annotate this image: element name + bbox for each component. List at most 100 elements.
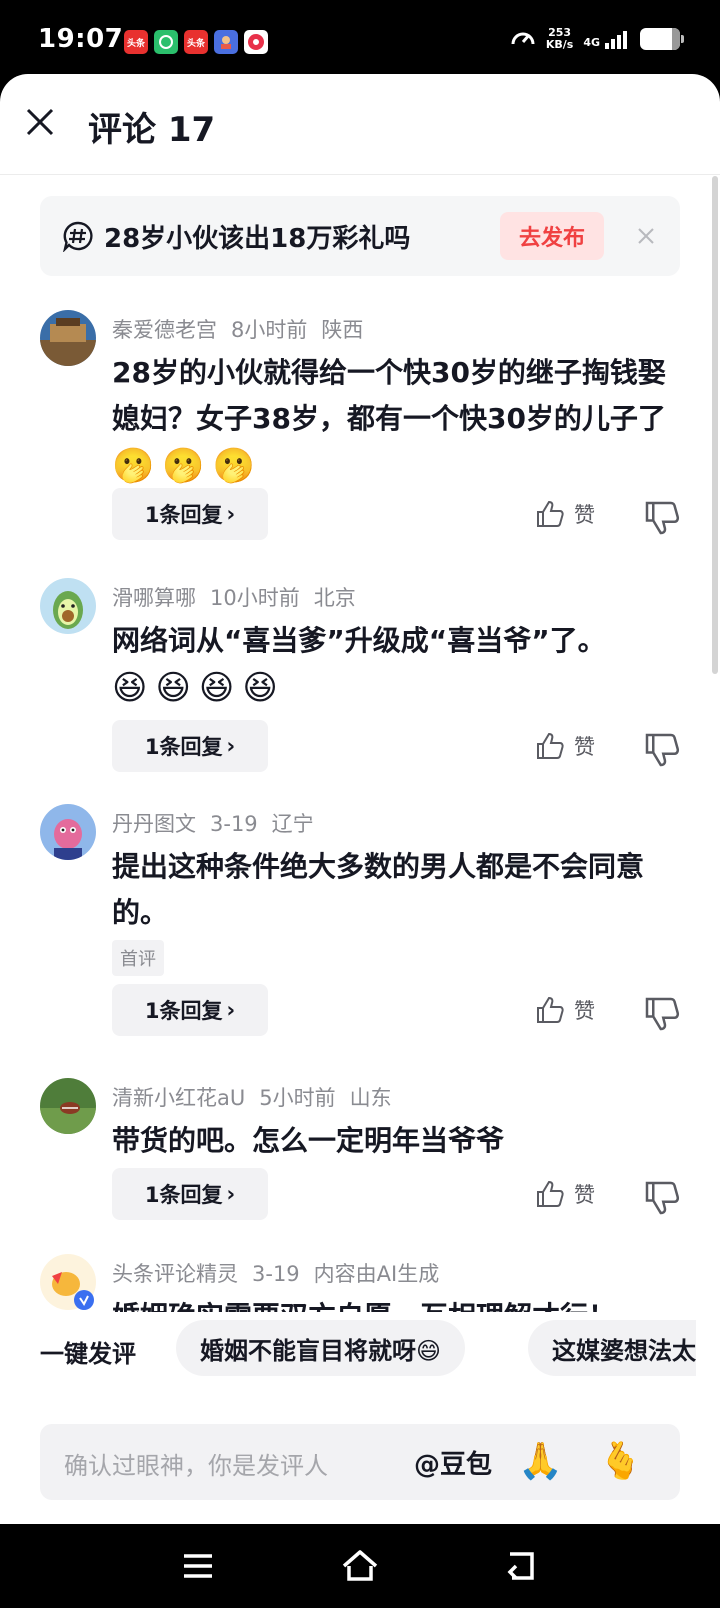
first-comment-tag: 首评 <box>112 940 164 976</box>
emoji-group: 🫢 🫢 🫢 <box>112 443 255 489</box>
battery-icon <box>640 28 684 50</box>
sheet-header: 评论 17 <box>0 74 720 174</box>
like-button[interactable]: 赞 <box>534 726 624 766</box>
thumbs-up-icon <box>537 996 564 1023</box>
pray-emoji-button[interactable]: 🙏 <box>518 1440 563 1484</box>
avatar[interactable] <box>40 804 96 860</box>
toutiao-lite-app-icon: 头条 <box>184 30 208 54</box>
quick-comment-chip[interactable]: 这媒婆想法太 <box>528 1320 696 1376</box>
shush-face-emoji: 🫢 <box>212 446 256 486</box>
username[interactable]: 丹丹图文 <box>112 812 196 836</box>
network-speed: 253 KB/s <box>545 26 574 51</box>
username[interactable]: 头条评论精灵 <box>112 1262 238 1286</box>
laughing-emoji: 😆 <box>112 668 148 708</box>
status-time: 19:07 <box>38 24 124 54</box>
thumbs-up-icon <box>537 500 564 527</box>
comment-text: 28岁的小伙就得给一个快30岁的继子掏钱娶媳妇？女子38岁，都有一个快30岁的儿… <box>112 350 672 489</box>
thumbs-down-icon[interactable] <box>642 730 682 770</box>
dismiss-topic-icon[interactable] <box>634 224 658 248</box>
quick-comment-label: 一键发评 <box>40 1340 136 1368</box>
page-title: 评论 17 <box>88 110 216 150</box>
avatar[interactable] <box>40 1254 96 1310</box>
like-button[interactable]: 赞 <box>534 494 624 534</box>
comment-location: 山东 <box>349 1086 392 1110</box>
signal-indicator: 4G <box>583 29 630 49</box>
view-replies-button[interactable]: 1条回复 › <box>112 984 268 1036</box>
status-right: 253 KB/s 4G <box>510 26 684 52</box>
notification-icons: 头条 头条 <box>124 30 268 54</box>
chevron-right-icon: › <box>226 998 236 1022</box>
comment-meta: 秦爱德老宫 8小时前 陕西 <box>112 314 377 344</box>
comment-item: 头条评论精灵 3-19 内容由AI生成 婚姻确实需要双方自愿，互相理解才行！ <box>0 1254 720 1314</box>
username[interactable]: 秦爱德老宫 <box>112 318 217 342</box>
comment-location: 辽宁 <box>271 812 314 836</box>
quick-comment-chip[interactable]: 婚姻不能盲目将就呀😄 <box>176 1320 466 1376</box>
home-icon[interactable] <box>340 1546 380 1586</box>
shush-face-emoji: 🫢 <box>112 446 155 486</box>
avatar[interactable] <box>40 310 96 366</box>
view-replies-button[interactable]: 1条回复 › <box>112 488 268 540</box>
like-button[interactable]: 赞 <box>534 1174 624 1214</box>
toutiao-app-icon: 头条 <box>124 30 148 54</box>
username[interactable]: 滑哪算哪 <box>112 586 196 610</box>
comment-meta: 滑哪算哪 10小时前 北京 <box>112 582 370 612</box>
view-replies-button[interactable]: 1条回复 › <box>112 1168 268 1220</box>
shush-face-emoji: 🫢 <box>162 446 205 486</box>
chevron-right-icon: › <box>226 1182 236 1206</box>
thumbs-down-icon[interactable] <box>642 994 682 1034</box>
thumbs-up-icon <box>537 732 564 759</box>
comment-text: 婚姻确实需要双方自愿，互相理解才行！ <box>112 1294 672 1314</box>
header-divider <box>0 174 720 175</box>
menu-icon[interactable] <box>178 1546 218 1586</box>
game-app-icon <box>214 30 238 54</box>
laughing-emoji: 😆 <box>242 668 278 708</box>
avatar[interactable] <box>40 1078 96 1134</box>
like-button[interactable]: 赞 <box>534 990 624 1030</box>
comment-item: 秦爱德老宫 8小时前 陕西 28岁的小伙就得给一个快30岁的继子掏钱娶媳妇？女子38… <box>0 310 720 550</box>
record-app-icon <box>244 30 268 54</box>
username[interactable]: 清新小红花aU <box>112 1086 245 1110</box>
comment-time: 3-19 <box>210 812 258 836</box>
comment-item: 滑哪算哪 10小时前 北京 网络词从“喜当爹”升级成“喜当爷”了。 😆 😆 😆 😆 1条回复… <box>0 578 720 778</box>
thumbs-up-icon <box>537 1180 564 1207</box>
comment-meta: 丹丹图文 3-19 辽宁 <box>112 808 328 838</box>
laughing-emoji: 😆 <box>155 668 191 708</box>
quick-comment-row: 一键发评 婚姻不能盲目将就呀😄 这媒婆想法太 <box>0 1320 720 1380</box>
comment-text: 提出这种条件绝大多数的男人都是不会同意的。 <box>112 850 645 929</box>
comment-location: 陕西 <box>321 318 364 342</box>
close-icon[interactable] <box>22 104 58 140</box>
comment-item: 丹丹图文 3-19 辽宁 提出这种条件绝大多数的男人都是不会同意的。 首评 1条回复… <box>0 804 720 1044</box>
green-app-icon <box>154 30 178 54</box>
topic-title: 28岁小伙该出18万彩礼吗 <box>104 224 411 254</box>
signal-icon <box>605 31 627 49</box>
comment-meta: 清新小红花aU 5小时前 山东 <box>112 1082 406 1112</box>
comment-time: 5小时前 <box>259 1086 336 1110</box>
chevron-right-icon: › <box>226 734 236 758</box>
status-bar: 19:07 头条 头条 253 KB/s 4G <box>0 0 720 80</box>
comment-time: 3-19 <box>252 1262 300 1286</box>
comment-location: 北京 <box>313 586 356 610</box>
mention-doubao-button[interactable]: @豆包 <box>414 1444 492 1481</box>
comment-input-placeholder: 确认过眼神，你是发评人 <box>64 1452 328 1480</box>
avatar[interactable] <box>40 578 96 634</box>
emoji-group: 😆 😆 😆 😆 <box>112 665 278 711</box>
comment-item: 清新小红花aU 5小时前 山东 带货的吧。怎么一定明年当爷爷 1条回复 › 赞 <box>0 1078 720 1228</box>
topic-banner[interactable]: 28岁小伙该出18万彩礼吗 去发布 <box>40 196 680 276</box>
thumbs-down-icon[interactable] <box>642 1178 682 1218</box>
comments-sheet: 评论 17 28岁小伙该出18万彩礼吗 去发布 秦爱德老宫 8小时前 陕西 28岁的… <box>0 74 720 1524</box>
comment-input[interactable]: 确认过眼神，你是发评人 @豆包 🙏 🫰 <box>40 1424 680 1500</box>
finger-heart-emoji-button[interactable]: 🫰 <box>598 1440 643 1484</box>
chevron-right-icon: › <box>226 502 236 526</box>
comment-time: 8小时前 <box>231 318 308 342</box>
thumbs-down-icon[interactable] <box>642 498 682 538</box>
speed-gauge-icon <box>511 32 535 45</box>
comment-location: 内容由AI生成 <box>313 1262 440 1286</box>
view-replies-button[interactable]: 1条回复 › <box>112 720 268 772</box>
hashtag-bubble-icon <box>63 221 93 252</box>
comment-text: 带货的吧。怎么一定明年当爷爷 <box>112 1124 505 1157</box>
comment-meta: 头条评论精灵 3-19 内容由AI生成 <box>112 1258 453 1288</box>
back-icon[interactable] <box>502 1546 542 1586</box>
system-nav-bar <box>0 1524 720 1608</box>
publish-button[interactable]: 去发布 <box>500 212 604 260</box>
comment-time: 10小时前 <box>210 586 300 610</box>
